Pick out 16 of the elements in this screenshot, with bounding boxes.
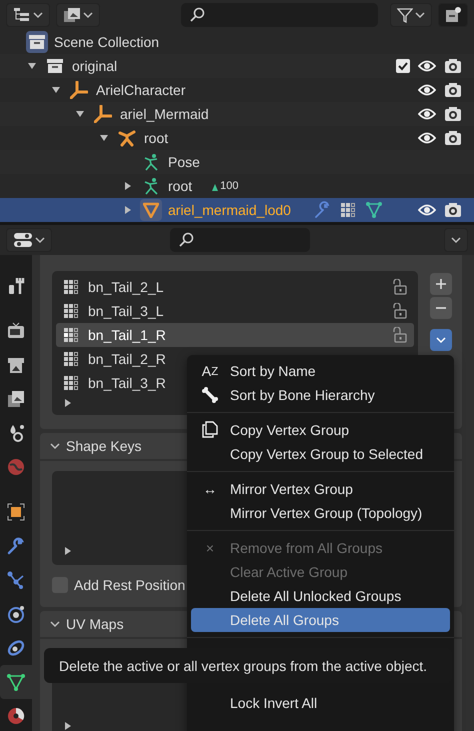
vertex-group-name: bn_Tail_2_R	[88, 351, 167, 367]
outliner-label: root	[168, 178, 192, 194]
vertex-group-name: bn_Tail_1_R	[88, 327, 167, 343]
vertex-group-name: bn_Tail_3_R	[88, 375, 167, 391]
menu-item-icon: ↔	[199, 481, 221, 497]
outliner-label: ariel_Mermaid	[120, 106, 209, 122]
outliner-label: Scene Collection	[54, 34, 160, 50]
outliner-label: Pose	[168, 154, 200, 170]
outliner-label: ariel_mermaid_lod0	[168, 202, 291, 218]
vertex-group-name: bn_Tail_2_L	[88, 279, 165, 295]
menu-item-icon: ×	[199, 540, 221, 556]
vertex-group-name: bn_Tail_3_L	[88, 303, 165, 319]
outliner-label: root	[144, 130, 168, 146]
child-count: 100	[210, 180, 238, 192]
outliner-label: ArielCharacter	[96, 82, 186, 98]
outliner-label: original	[72, 58, 118, 74]
